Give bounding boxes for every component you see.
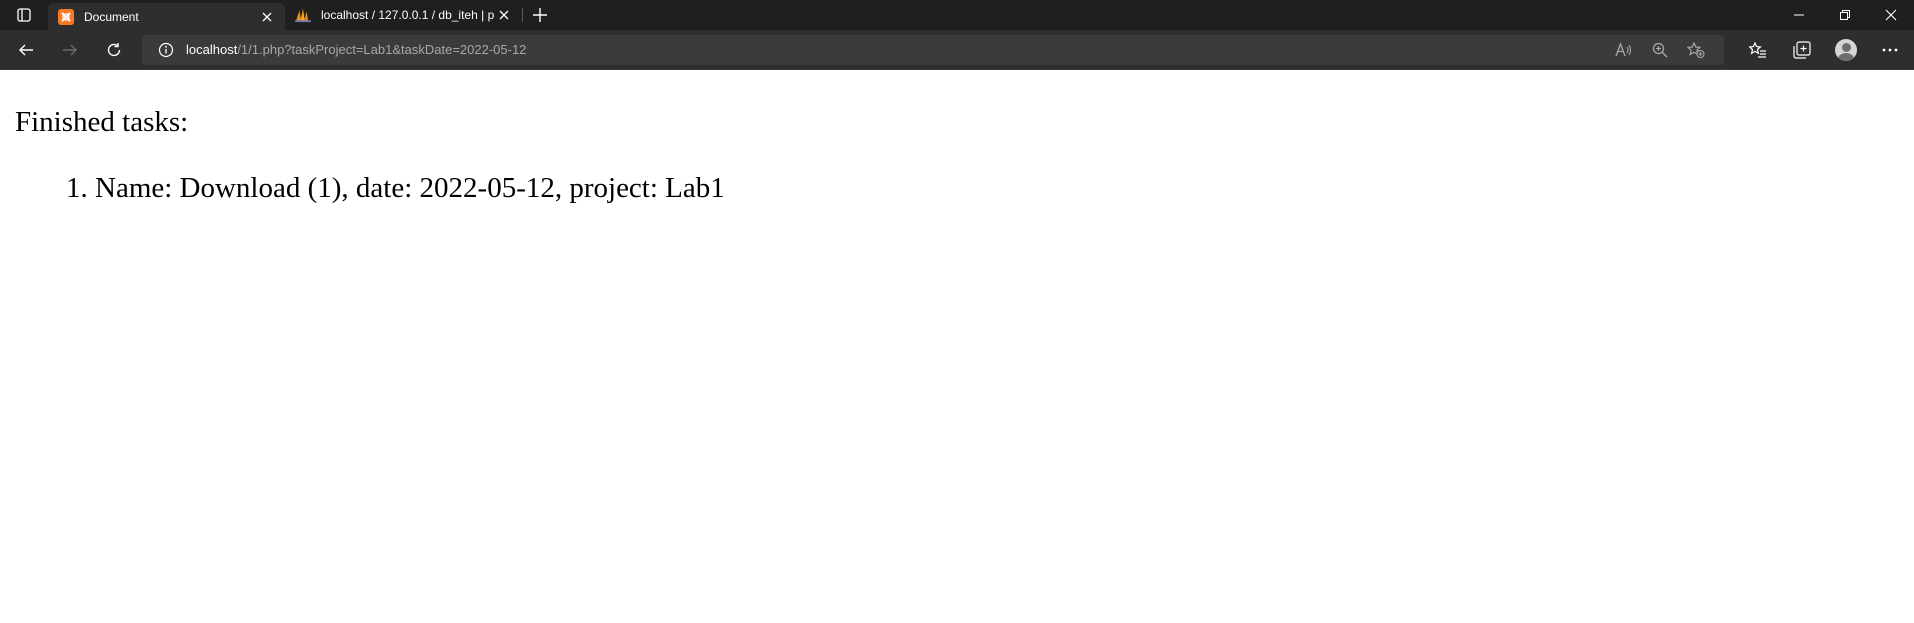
settings-menu-button[interactable]	[1868, 32, 1912, 68]
close-tab-button[interactable]	[259, 9, 275, 25]
page-content: Finished tasks: Name: Download (1), date…	[0, 70, 1914, 623]
xampp-icon	[58, 8, 74, 25]
add-favorite-button[interactable]	[1678, 35, 1714, 65]
favorites-icon	[1749, 41, 1766, 58]
close-icon	[262, 12, 272, 21]
favorites-button[interactable]	[1736, 32, 1780, 68]
close-tab-button[interactable]	[496, 7, 512, 23]
restore-icon	[1840, 10, 1850, 20]
more-horizontal-icon	[1882, 48, 1898, 51]
url-path: /1/1.php?taskProject=Lab1&taskDate=2022-…	[237, 42, 527, 57]
close-icon	[499, 10, 509, 20]
address-bar[interactable]: localhost/1/1.php?taskProject=Lab1&taskD…	[142, 34, 1724, 65]
zoom-button[interactable]	[1642, 35, 1678, 65]
collections-icon	[1793, 40, 1811, 59]
tab-title: localhost / 127.0.0.1 / db_iteh | p	[321, 8, 495, 22]
arrow-right-icon	[63, 44, 77, 55]
refresh-icon	[107, 42, 121, 56]
back-button[interactable]	[8, 32, 44, 68]
star-add-icon	[1687, 41, 1705, 58]
close-icon	[1885, 9, 1897, 21]
address-bar-actions	[1606, 35, 1714, 65]
minimize-button[interactable]	[1776, 0, 1822, 30]
site-info-icon[interactable]	[156, 40, 176, 60]
tab-actions-menu-button[interactable]	[0, 0, 48, 30]
collections-button[interactable]	[1780, 32, 1824, 68]
close-window-button[interactable]	[1868, 0, 1914, 30]
profile-button[interactable]	[1824, 32, 1868, 68]
tab-title: Document	[84, 9, 139, 24]
tab-document[interactable]: Document	[48, 3, 285, 30]
tab-actions-icon	[17, 8, 31, 22]
avatar	[1835, 38, 1857, 61]
read-aloud-icon	[1615, 41, 1632, 56]
forward-button[interactable]	[52, 32, 88, 68]
finished-tasks-list: Name: Download (1), date: 2022-05-12, pr…	[64, 172, 725, 205]
refresh-button[interactable]	[96, 32, 132, 68]
browser-window: Document localhost / 127.0.0.1 / db_iteh…	[0, 0, 1914, 623]
url-host: localhost	[186, 42, 238, 57]
list-item: Name: Download (1), date: 2022-05-12, pr…	[95, 172, 725, 205]
navigation-toolbar: localhost/1/1.php?taskProject=Lab1&taskD…	[0, 30, 1914, 70]
arrow-left-icon	[19, 44, 33, 55]
tab-phpmyadmin[interactable]: localhost / 127.0.0.1 / db_iteh | p	[285, 0, 522, 30]
toolbar-right	[1736, 32, 1912, 68]
restore-button[interactable]	[1822, 0, 1868, 30]
zoom-in-icon	[1652, 42, 1668, 57]
window-controls	[1776, 0, 1914, 30]
tab-strip: Document localhost / 127.0.0.1 / db_iteh…	[0, 0, 1914, 30]
page-heading: Finished tasks:	[15, 106, 189, 138]
minimize-icon	[1794, 14, 1804, 16]
new-tab-button[interactable]	[523, 0, 557, 30]
read-aloud-button[interactable]	[1606, 35, 1642, 65]
plus-icon	[533, 8, 547, 22]
phpmyadmin-icon	[295, 7, 311, 23]
